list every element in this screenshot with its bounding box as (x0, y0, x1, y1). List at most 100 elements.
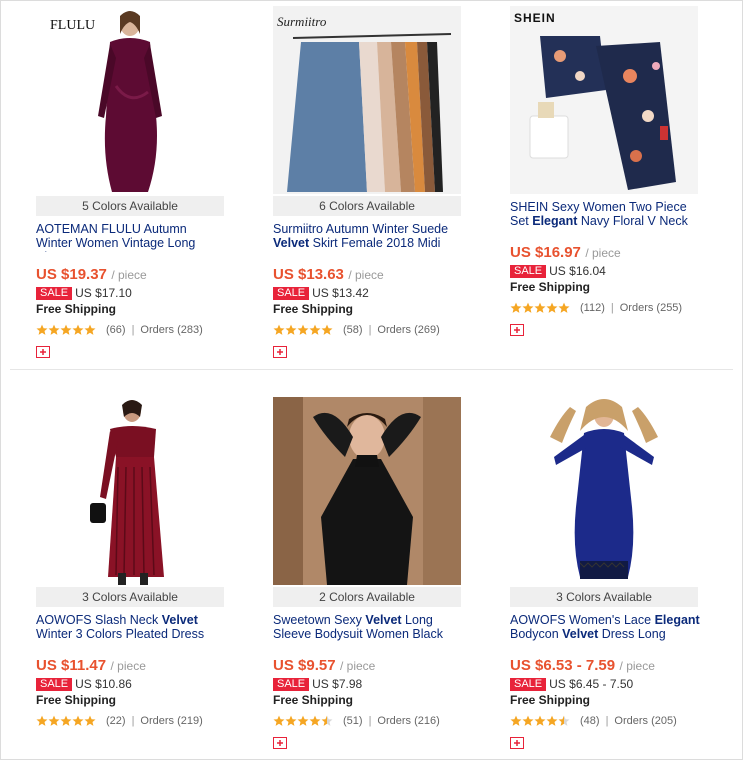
product-title[interactable]: AOTEMAN FLULU Autumn Winter Women Vintag… (36, 222, 226, 252)
rating-stars (510, 302, 570, 314)
sale-badge: SALE (273, 287, 310, 300)
star-icon (510, 302, 522, 313)
store-coupon-icon[interactable] (36, 346, 50, 358)
star-icon (48, 715, 60, 726)
title-text: Winter 3 Colors Pleated Dress (36, 627, 205, 641)
separator: | (131, 324, 135, 336)
star-icon (285, 324, 297, 335)
rating-line: (112) | Orders (255) (510, 301, 682, 315)
rating-stars (510, 715, 570, 727)
colors-available-bar: 5 Colors Available (36, 196, 224, 216)
product-image[interactable]: Surmiitro (273, 6, 461, 194)
price-line: US $16.97 / piece (510, 244, 621, 262)
separator: | (368, 715, 372, 727)
product-image[interactable] (36, 397, 224, 585)
review-count[interactable]: (112) (580, 302, 605, 314)
brand-logo: SHEIN (514, 11, 556, 25)
star-icon (321, 715, 333, 726)
sale-badge: SALE (510, 678, 547, 691)
shipping-label: Free Shipping (510, 280, 591, 294)
rating-line: (66) | Orders (283) (36, 323, 203, 337)
shipping-label: Free Shipping (273, 693, 354, 707)
rating-line: (58) | Orders (269) (273, 323, 440, 337)
title-text: Surmiitro Autumn Winter Suede (273, 222, 449, 236)
star-icon (273, 715, 285, 726)
orders-count: Orders (216) (377, 715, 440, 727)
product-title[interactable]: AOWOFS Women's Lace Elegant Bodycon Velv… (510, 613, 700, 643)
title-text: Dress Long (598, 627, 666, 641)
shipping-label: Free Shipping (273, 302, 354, 316)
rating-stars (36, 715, 96, 727)
title-text: AOWOFS Women's Lace (510, 613, 655, 627)
title-keyword: Velvet (562, 627, 599, 641)
sale-line: SALE US $10.86 (36, 677, 132, 691)
shipping-label: Free Shipping (36, 302, 117, 316)
separator: | (368, 324, 372, 336)
title-keyword: Elegant (654, 613, 700, 627)
star-icon (558, 302, 570, 313)
sale-badge: SALE (510, 265, 547, 278)
product-image[interactable] (273, 397, 461, 585)
title-text: Sweetown Sexy (273, 613, 366, 627)
star-icon (84, 715, 96, 726)
sale-line: SALE US $13.42 (273, 286, 369, 300)
star-icon (60, 324, 72, 335)
star-icon (309, 324, 321, 335)
row-divider (10, 369, 733, 370)
store-coupon-icon[interactable] (510, 324, 524, 336)
price: US $11.47 (36, 657, 107, 674)
price: US $6.53 - 7.59 (510, 657, 616, 674)
sale-line: SALE US $16.04 (510, 264, 606, 278)
product-title[interactable]: Sweetown Sexy Velvet Long Sleeve Bodysui… (273, 613, 463, 643)
star-icon (321, 324, 333, 335)
product-image[interactable]: SHEIN (510, 6, 698, 194)
price-unit: / piece (348, 268, 384, 282)
product-image[interactable] (510, 397, 698, 585)
rating-line: (51) | Orders (216) (273, 714, 440, 728)
title-text: Skirt Female 2018 Midi (309, 236, 441, 250)
sale-badge: SALE (273, 678, 310, 691)
rating-stars (273, 324, 333, 336)
review-count[interactable]: (58) (343, 324, 363, 336)
store-coupon-icon[interactable] (273, 737, 287, 749)
star-icon (558, 715, 570, 726)
colors-available-bar: 3 Colors Available (36, 587, 224, 607)
star-icon (546, 715, 558, 726)
review-count[interactable]: (48) (580, 715, 600, 727)
colors-available-bar: 2 Colors Available (273, 587, 461, 607)
colors-available-bar: 6 Colors Available (273, 196, 461, 216)
price-line: US $9.57 / piece (273, 657, 375, 675)
product-image[interactable]: FLULU (36, 6, 224, 194)
sale-price: US $16.04 (549, 264, 606, 278)
price-line: US $6.53 - 7.59 / piece (510, 657, 655, 675)
star-icon (72, 715, 84, 726)
review-count[interactable]: (66) (106, 324, 126, 336)
orders-count: Orders (283) (140, 324, 203, 336)
product-title[interactable]: SHEIN Sexy Women Two Piece Set Elegant N… (510, 200, 700, 230)
shipping-label: Free Shipping (510, 693, 591, 707)
sale-price: US $10.86 (75, 677, 132, 691)
orders-count: Orders (219) (140, 715, 203, 727)
price-line: US $11.47 / piece (36, 657, 146, 675)
sale-line: SALE US $17.10 (36, 286, 132, 300)
title-keyword: Velvet (273, 236, 310, 250)
product-title[interactable]: AOWOFS Slash Neck Velvet Winter 3 Colors… (36, 613, 226, 643)
price: US $9.57 (273, 657, 336, 674)
price: US $19.37 (36, 266, 107, 283)
star-icon (84, 324, 96, 335)
review-count[interactable]: (22) (106, 715, 126, 727)
brand-logo: FLULU (50, 18, 95, 33)
store-coupon-icon[interactable] (273, 346, 287, 358)
title-text: Bodycon (510, 627, 563, 641)
price: US $13.63 (273, 266, 344, 283)
price-unit: / piece (619, 659, 655, 673)
title-text: AOWOFS Slash Neck (36, 613, 162, 627)
star-icon (36, 715, 48, 726)
product-title[interactable]: Surmiitro Autumn Winter Suede Velvet Ski… (273, 222, 463, 252)
store-coupon-icon[interactable] (510, 737, 524, 749)
star-icon (309, 715, 321, 726)
rating-line: (22) | Orders (219) (36, 714, 203, 728)
orders-count: Orders (205) (614, 715, 677, 727)
title-text: Navy Floral V Neck (577, 214, 688, 228)
review-count[interactable]: (51) (343, 715, 363, 727)
